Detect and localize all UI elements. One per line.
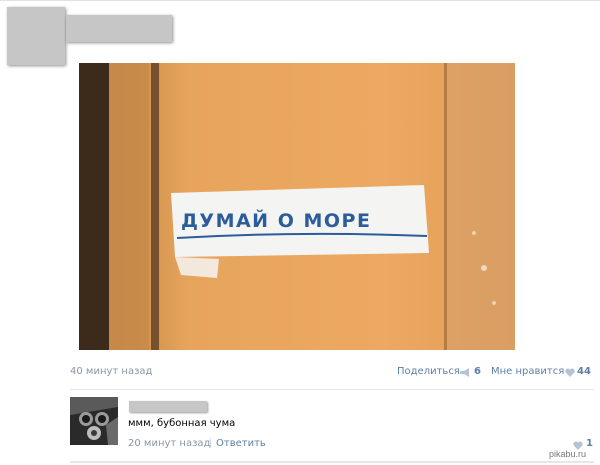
heart-icon[interactable]: [565, 368, 575, 377]
censored-commenter-name: [129, 401, 207, 412]
like-button[interactable]: Мне нравится: [491, 366, 564, 377]
likes-count[interactable]: 44: [577, 366, 591, 377]
share-button[interactable]: Поделиться: [397, 366, 460, 377]
post-meta-row: 40 минут назад Поделиться 6 Мне нравится…: [70, 366, 592, 382]
post-timestamp[interactable]: 40 минут назад: [70, 366, 152, 377]
photo-wall-stencil: ДУМАЙ О МОРЕ: [79, 63, 515, 350]
commenter-avatar[interactable]: [70, 397, 118, 445]
comment-divider: [70, 389, 594, 390]
stencil-text: ДУМАЙ О МОРЕ: [181, 209, 371, 232]
comment-timestamp[interactable]: 20 минут назад: [128, 438, 210, 449]
top-divider: [0, 0, 600, 1]
share-count[interactable]: 6: [474, 366, 481, 377]
reply-link[interactable]: Ответить: [216, 438, 266, 449]
comment-likes-count[interactable]: 1: [586, 438, 593, 449]
gas-mask-icon: [70, 397, 118, 445]
censored-author-name: [66, 15, 172, 42]
watermark: pikabu.ru: [549, 449, 587, 459]
post-photo[interactable]: ДУМАЙ О МОРЕ: [79, 63, 515, 350]
comment-text: ммм, бубонная чума: [128, 418, 236, 429]
meta-separator: |: [209, 438, 213, 449]
bottom-divider: [70, 461, 594, 463]
megaphone-icon[interactable]: [460, 368, 471, 377]
censored-author-avatar: [7, 7, 65, 65]
